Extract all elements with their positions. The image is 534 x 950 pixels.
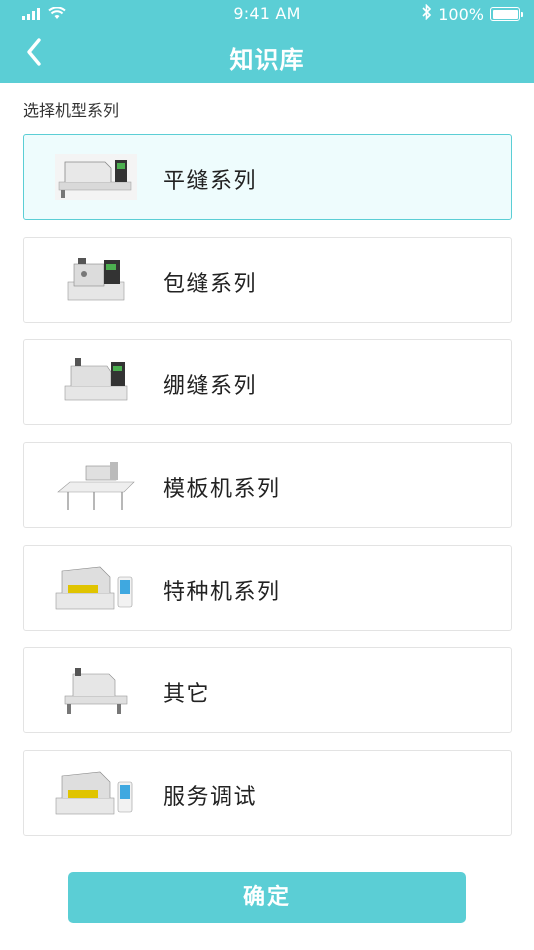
series-item-label: 平缝系列 [163, 169, 258, 194]
template-machine-icon [54, 451, 138, 519]
series-item-special[interactable]: 特种机系列 [23, 544, 512, 631]
series-item-label: 绷缝系列 [163, 374, 258, 400]
series-item-label: 包缝系列 [163, 271, 258, 297]
special-machine-icon [54, 554, 138, 622]
lockstitch-machine-icon [54, 143, 138, 211]
series-item-lockstitch[interactable]: 平缝系列 [23, 134, 512, 220]
app-root: 9:41 AM 100% 知识库 选择机型系列 平缝系列 包缝系列 绷缝系列 模… [0, 0, 534, 950]
bluetooth-icon [422, 3, 432, 24]
series-item-coverstitch[interactable]: 绷缝系列 [23, 339, 512, 426]
machine-series-list: 平缝系列 包缝系列 绷缝系列 模板机系列 特种机系列 其它 服务调试 [23, 134, 512, 853]
overlock-machine-icon [54, 246, 138, 314]
other-machine-icon [54, 656, 138, 724]
series-item-label: 服务调试 [163, 785, 258, 811]
confirm-button[interactable]: 确定 [68, 872, 466, 923]
coverstitch-machine-icon [54, 348, 138, 416]
status-bar: 9:41 AM 100% [0, 0, 534, 28]
series-item-template[interactable]: 模板机系列 [23, 442, 512, 529]
battery-icon [490, 7, 523, 21]
series-item-overlock[interactable]: 包缝系列 [23, 236, 512, 323]
series-item-other[interactable]: 其它 [23, 647, 512, 734]
series-item-label: 模板机系列 [163, 477, 281, 503]
series-item-label: 其它 [163, 682, 211, 708]
nav-bar: 知识库 [0, 28, 534, 83]
battery-text: 100% [438, 4, 484, 24]
header: 9:41 AM 100% 知识库 [0, 0, 534, 83]
section-label: 选择机型系列 [23, 101, 120, 120]
series-item-service[interactable]: 服务调试 [23, 750, 512, 837]
page-title: 知识库 [229, 46, 305, 74]
service-machine-icon [54, 759, 138, 827]
status-right: 100% [422, 3, 523, 24]
series-item-label: 特种机系列 [163, 579, 281, 605]
